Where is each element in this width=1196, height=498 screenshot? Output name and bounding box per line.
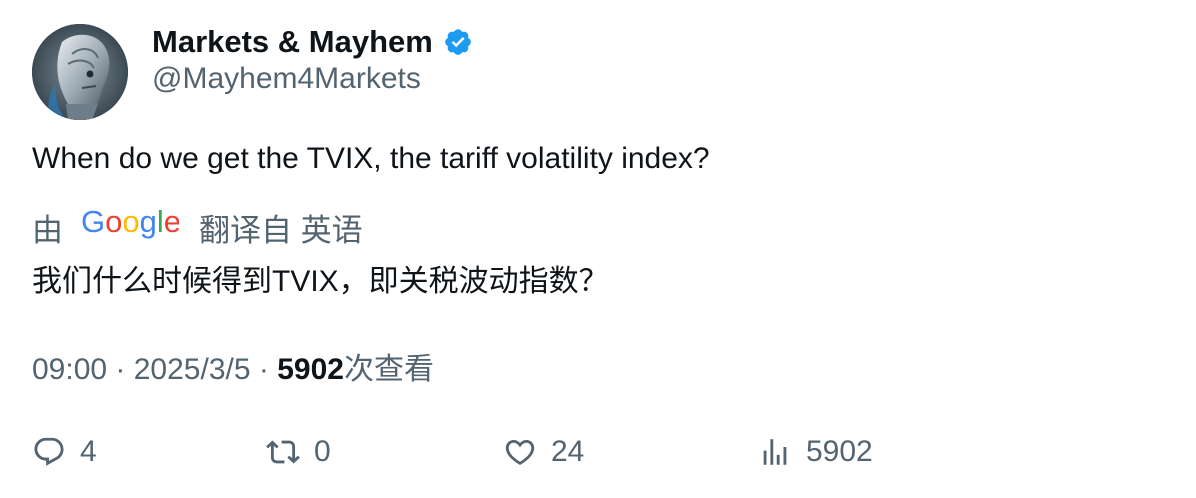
robot-avatar-icon — [32, 24, 128, 120]
tweet-date[interactable]: 2025/3/5 — [134, 353, 251, 386]
retweet-button[interactable]: 0 — [266, 430, 331, 474]
translated-tweet-text: 我们什么时候得到TVIX，即关税波动指数？ — [32, 265, 609, 298]
author-display-name[interactable]: Markets & Mayhem — [152, 24, 433, 60]
tweet-text: When do we get the TVIX, the tariff vola… — [32, 142, 710, 175]
like-count: 24 — [551, 435, 585, 468]
tweet-meta: 09:00 · 2025/3/5 · 5902次查看 — [32, 344, 434, 388]
analytics-icon — [763, 439, 787, 465]
avatar[interactable] — [32, 24, 128, 120]
views-count: 5902 — [806, 435, 873, 468]
translation-attribution[interactable]: 由 Google 翻译自 英语 — [32, 204, 363, 248]
svg-text:Google: Google — [81, 206, 179, 239]
retweet-icon — [266, 440, 300, 464]
like-button[interactable]: 24 — [503, 430, 584, 474]
reply-button[interactable]: 4 — [32, 430, 97, 474]
verified-badge-icon[interactable] — [443, 27, 473, 57]
translated-from-label: 翻译自 英语 — [199, 212, 363, 248]
views-count-text: 5902 — [277, 353, 344, 386]
heart-icon — [505, 439, 535, 465]
retweet-count: 0 — [314, 435, 331, 468]
views-label: 次查看 — [343, 353, 434, 386]
reply-count: 4 — [80, 435, 97, 468]
google-logo-icon: Google — [81, 204, 181, 248]
views-button[interactable]: 5902 — [758, 430, 873, 474]
tweet-time[interactable]: 09:00 — [32, 353, 107, 386]
translated-by-label: 由 — [32, 212, 63, 248]
meta-separator: · — [250, 353, 278, 386]
author-name-row: Markets & Mayhem — [152, 22, 473, 62]
meta-separator: · — [107, 353, 134, 386]
reply-icon — [34, 437, 64, 466]
author-handle[interactable]: @Mayhem4Markets — [152, 62, 421, 96]
